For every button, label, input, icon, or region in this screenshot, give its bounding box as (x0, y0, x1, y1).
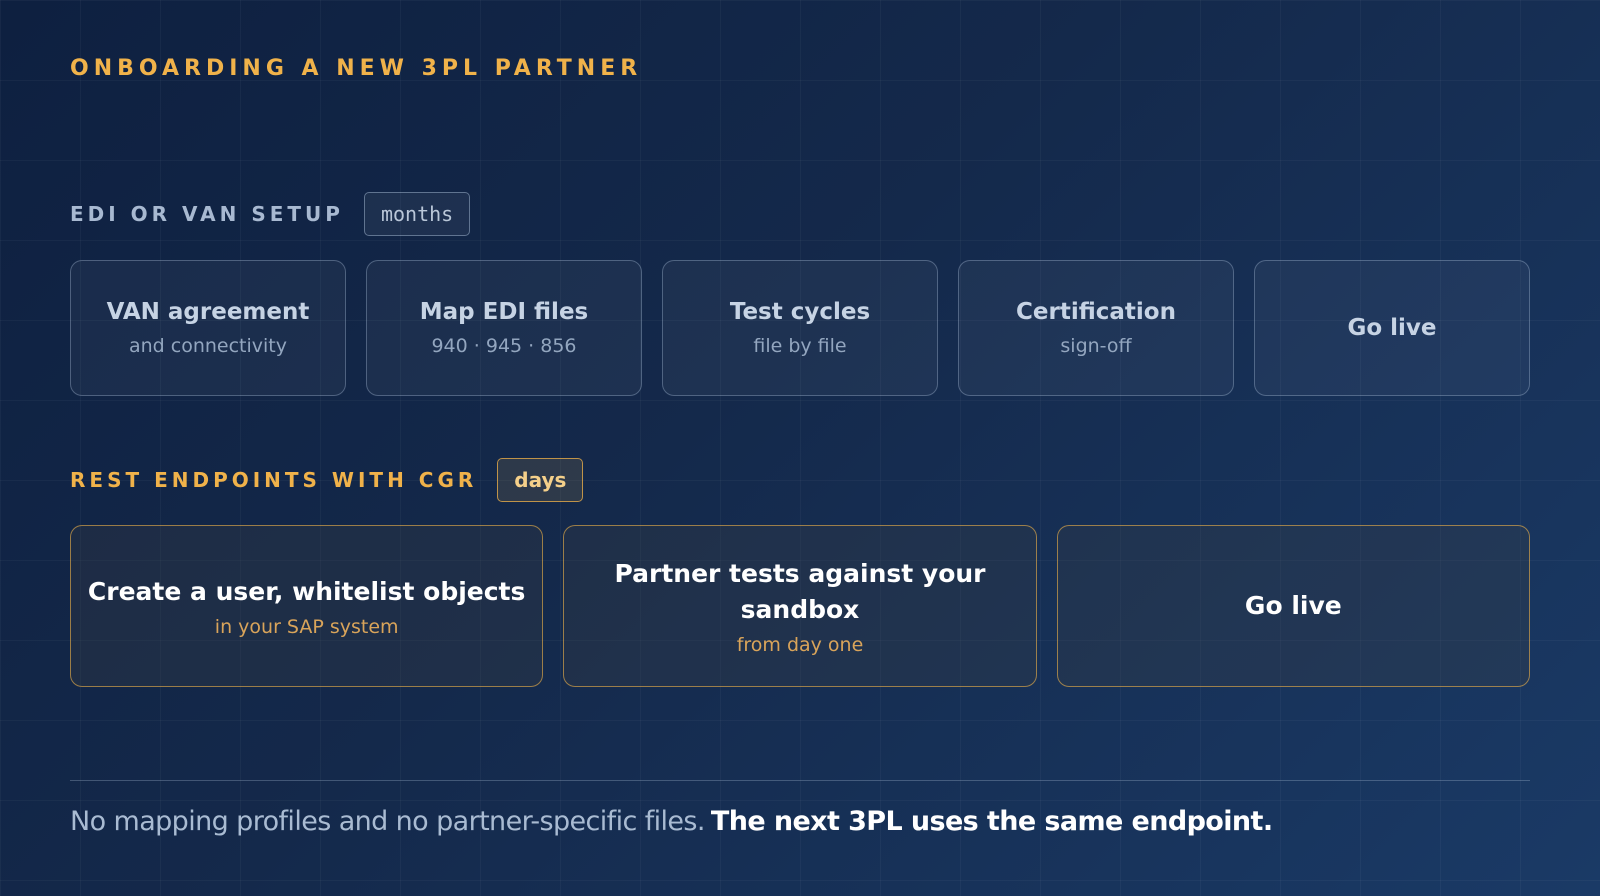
edi-section-label: EDI OR VAN SETUP (70, 202, 344, 226)
rest-steps-row: Create a user, whitelist objects in your… (70, 525, 1530, 687)
step-title: Partner tests against your sandbox (614, 558, 986, 624)
rest-duration-badge: days (497, 458, 584, 502)
step-subtitle: and connectivity (128, 335, 288, 357)
step-subtitle: in your SAP system (214, 616, 399, 639)
footer-note: No mapping profiles and no partner-speci… (70, 806, 1273, 837)
rest-step-go-live: Go live (1056, 525, 1530, 687)
step-subtitle: from day one (736, 634, 864, 657)
step-title: VAN agreement (106, 299, 310, 325)
edi-step-go-live: Go live (1254, 260, 1530, 396)
edi-duration-badge: months (363, 192, 471, 236)
edi-step-map-edi-files: Map EDI files 940 · 945 · 856 (366, 260, 642, 396)
rest-section-header: REST ENDPOINTS WITH CGR days (70, 458, 584, 502)
edi-step-van-agreement: VAN agreement and connectivity (70, 260, 346, 396)
footer-divider (70, 780, 1530, 781)
onboarding-diagram: ONBOARDING A NEW 3PL PARTNER EDI OR VAN … (70, 0, 1530, 896)
rest-step-create-user: Create a user, whitelist objects in your… (70, 525, 544, 687)
step-subtitle: 940 · 945 · 856 (431, 335, 577, 357)
step-title: Go live (1244, 590, 1342, 620)
rest-step-partner-tests: Partner tests against your sandbox from … (563, 525, 1037, 687)
edi-step-certification: Certification sign-off (958, 260, 1234, 396)
footer-emphasis: The next 3PL uses the same endpoint. (710, 806, 1273, 837)
step-title: Create a user, whitelist objects (87, 576, 526, 606)
step-title: Certification (1016, 299, 1176, 325)
page-title: ONBOARDING A NEW 3PL PARTNER (70, 56, 643, 81)
rest-section-label: REST ENDPOINTS WITH CGR (70, 468, 478, 492)
step-subtitle: file by file (753, 335, 847, 357)
step-subtitle: sign-off (1060, 335, 1132, 357)
step-title: Go live (1347, 315, 1437, 341)
edi-steps-row: VAN agreement and connectivity Map EDI f… (70, 260, 1530, 396)
edi-section-header: EDI OR VAN SETUP months (70, 192, 471, 236)
step-title: Map EDI files (419, 299, 589, 325)
edi-step-test-cycles: Test cycles file by file (662, 260, 938, 396)
footer-text: No mapping profiles and no partner-speci… (70, 806, 705, 837)
step-title: Test cycles (729, 299, 871, 325)
